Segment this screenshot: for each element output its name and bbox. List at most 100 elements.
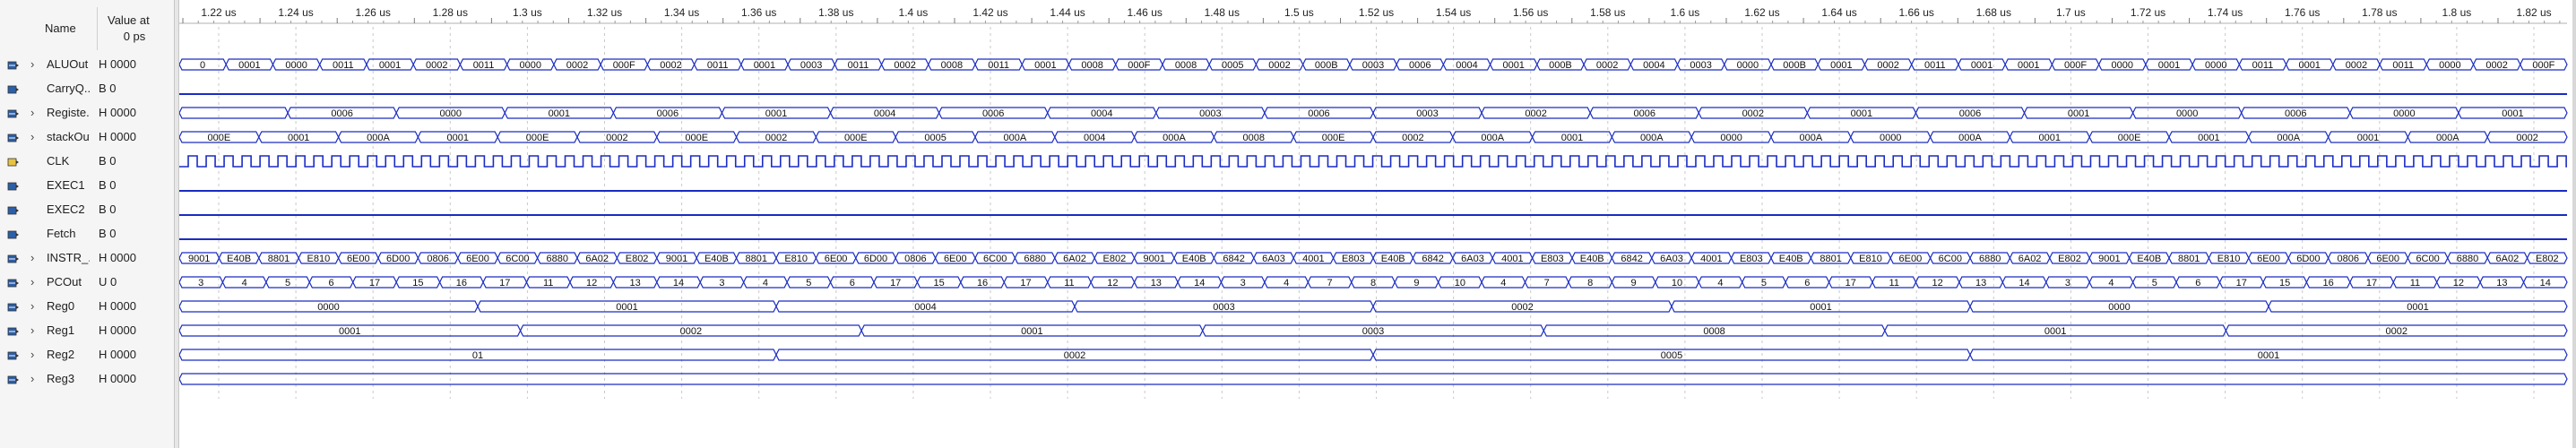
- bus-value-label: 6842: [1223, 254, 1244, 264]
- bus-value-label: 6: [328, 278, 333, 289]
- signal-name: INSTR_...: [47, 251, 90, 264]
- bus-value-label: 0008: [941, 60, 963, 71]
- bus-value-label: 6A03: [1262, 254, 1285, 264]
- bus-value-label: 6E00: [825, 254, 848, 264]
- bus-value-label: 0004: [874, 108, 895, 119]
- signal-row[interactable]: › Reg2 H 0000: [0, 343, 174, 367]
- bus-value-label: 0006: [1959, 108, 1981, 119]
- bus-value-label: 6E00: [1899, 254, 1923, 264]
- bus-value-label: 6E00: [2257, 254, 2280, 264]
- expand-chevron-icon[interactable]: ›: [30, 323, 34, 338]
- column-header-name[interactable]: Name: [45, 22, 76, 36]
- expand-chevron-icon[interactable]: ›: [30, 275, 34, 289]
- bus-value-label: 0008: [1175, 60, 1197, 71]
- bus-value-label: 0002: [1596, 60, 1618, 71]
- bus-value-label: 0: [200, 60, 205, 71]
- timeline-label: 1.36 us: [741, 6, 776, 19]
- bus-value-label: 0001: [1561, 133, 1583, 143]
- signal-row[interactable]: EXEC2 B 0: [0, 198, 174, 222]
- bus-value-label: 0001: [2198, 133, 2219, 143]
- expand-chevron-icon[interactable]: ›: [30, 106, 34, 120]
- expand-chevron-icon[interactable]: ›: [30, 299, 34, 314]
- expand-chevron-icon[interactable]: ›: [30, 372, 34, 386]
- bus-value-label: E810: [784, 254, 808, 264]
- bus-value-label: 5: [806, 278, 811, 289]
- bus-value-label: E803: [1541, 254, 1564, 264]
- waveform-viewer[interactable]: 1.22 us 1.24 us 1.26 us 1.28 us 1.3 us 1.32 u…: [179, 0, 2576, 448]
- vertical-scrollbar[interactable]: [2572, 0, 2576, 448]
- bus-value-label: 3: [2065, 278, 2070, 289]
- bus-out-icon: [7, 132, 20, 142]
- signal-row[interactable]: › ALUOut H 0000: [0, 53, 174, 77]
- bus-value-label: E40B: [1580, 254, 1604, 264]
- expand-chevron-icon[interactable]: ›: [30, 251, 34, 265]
- bus-value-label: 16: [2322, 278, 2333, 289]
- bus-value-label: E802: [2058, 254, 2081, 264]
- bus-value-label: 000A: [1800, 133, 1823, 143]
- signal-row[interactable]: › Registe... H 0000: [0, 101, 174, 125]
- bus-value-label: 0000: [2205, 60, 2226, 71]
- column-header-value-at[interactable]: Value at: [108, 13, 150, 28]
- signal-name: Fetch: [47, 227, 76, 240]
- timeline-label: 1.7 us: [2056, 6, 2086, 19]
- expand-chevron-icon[interactable]: ›: [30, 348, 34, 362]
- bus-value-label: E40B: [705, 254, 729, 264]
- bus-value-label: 01: [472, 350, 483, 361]
- signal-name: Reg3: [47, 372, 75, 385]
- bus-value-label: E803: [1740, 254, 1763, 264]
- bus-value-label: 0002: [2516, 133, 2537, 143]
- bus-value-label: 000E: [526, 133, 549, 143]
- bus-value-label: 6880: [1979, 254, 2001, 264]
- bus-value-label: 000A: [1958, 133, 1982, 143]
- bus-out-icon: [7, 374, 20, 384]
- signal-row[interactable]: › Reg1 H 0000: [0, 319, 174, 343]
- timeline-label: 1.3 us: [513, 6, 542, 19]
- bus-value-label: 0002: [1525, 108, 1546, 119]
- waveform-canvas[interactable]: 1.22 us 1.24 us 1.26 us 1.28 us 1.3 us 1.32 u…: [179, 0, 2576, 448]
- bus-value-label: 0002: [1877, 60, 1898, 71]
- expand-chevron-icon[interactable]: ›: [30, 130, 34, 144]
- bus-value-label: 6A02: [1063, 254, 1086, 264]
- bus-value-label: 6D00: [2296, 254, 2320, 264]
- signal-row[interactable]: EXEC1 B 0: [0, 174, 174, 198]
- signal-name: Reg0: [47, 299, 75, 313]
- bus-value-label: 0806: [2338, 254, 2359, 264]
- bus-value-label: 0001: [2158, 60, 2180, 71]
- bus-value-label: 0006: [657, 108, 679, 119]
- signal-row[interactable]: CarryQ... B 0: [0, 77, 174, 101]
- bus-value-label: 14: [2018, 278, 2029, 289]
- signal-row[interactable]: › stackOut H 0000: [0, 125, 174, 150]
- bus-value-label: 000F: [2532, 60, 2554, 71]
- bus-value-label: 000B: [1549, 60, 1572, 71]
- bus-value-label: 10: [1672, 278, 1682, 289]
- bus-value-label: 6E00: [347, 254, 370, 264]
- bus-value-label: 0000: [2439, 60, 2460, 71]
- signal-row[interactable]: Fetch B 0: [0, 222, 174, 246]
- bus-value-label: 15: [934, 278, 945, 289]
- bus-value-label: 000B: [1315, 60, 1338, 71]
- bus-value-label: 0002: [426, 60, 447, 71]
- bus-value-label: 14: [1194, 278, 1205, 289]
- signal-row[interactable]: › Reg0 H 0000: [0, 295, 174, 319]
- bus-value-label: 000A: [1163, 133, 1186, 143]
- bus-value-label: 17: [499, 278, 510, 289]
- bus-value-label: 14: [2540, 278, 2551, 289]
- signal-value: H 0000: [99, 348, 136, 361]
- bus-value-label: 000B: [1783, 60, 1806, 71]
- signal-row[interactable]: › INSTR_... H 0000: [0, 246, 174, 271]
- expand-chevron-icon[interactable]: ›: [30, 57, 34, 72]
- signal-row[interactable]: › Reg3 H 0000: [0, 367, 174, 392]
- bus-out-icon: [7, 301, 20, 312]
- signal-row[interactable]: › PCOut U 0: [0, 271, 174, 295]
- bus-value-label: 0011: [988, 60, 1009, 71]
- bus-value-label: 0001: [1971, 60, 1993, 71]
- bus-value-label: 0001: [2407, 302, 2428, 313]
- bus-value-label: 6: [2195, 278, 2200, 289]
- timeline-label: 1.76 us: [2285, 6, 2320, 19]
- bus-value-label: 000A: [1004, 133, 1027, 143]
- signal-row[interactable]: CLK B 0: [0, 150, 174, 174]
- bus-value-label: 16: [977, 278, 988, 289]
- signal-value: H 0000: [99, 323, 136, 337]
- bus-value-label: 0011: [2392, 60, 2414, 71]
- bus-value-label: 000A: [2277, 133, 2300, 143]
